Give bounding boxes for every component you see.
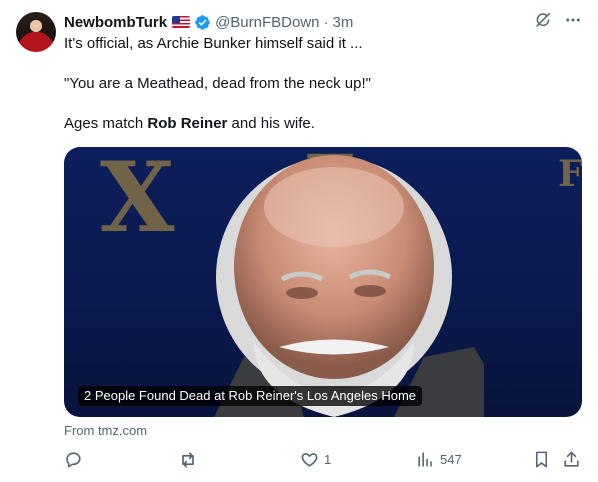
more-icon[interactable] (564, 11, 582, 29)
header-actions (534, 11, 582, 29)
post-text-plain: and his wife. (227, 115, 315, 132)
views-count: 547 (440, 452, 462, 467)
action-bar: 1 547 (64, 450, 582, 472)
post-text-line-2: "You are a Meathead, dead from the neck … (64, 75, 371, 92)
post-header: NewbombTurk @BurnFBDown · 3m (64, 12, 353, 32)
author-handle[interactable]: @BurnFBDown (215, 14, 319, 31)
us-flag-icon (172, 16, 191, 28)
post-text-plain: Ages match (64, 115, 148, 132)
post-timestamp[interactable]: 3m (333, 14, 354, 31)
verified-badge-icon (195, 14, 210, 30)
views-icon (418, 452, 432, 467)
bookmark-icon[interactable] (532, 450, 551, 469)
post-text-line-3: Ages match Rob Reiner and his wife. (64, 114, 582, 134)
card-image-person (214, 155, 484, 417)
author-name[interactable]: NewbombTurk (64, 14, 167, 31)
grok-icon[interactable] (534, 11, 552, 29)
share-icon[interactable] (562, 450, 581, 469)
repost-icon (182, 452, 194, 468)
views-button[interactable]: 547 (416, 450, 462, 469)
background-emblem: X (100, 147, 181, 254)
separator-dot: · (323, 13, 329, 31)
background-emblem: F (558, 153, 582, 195)
card-headline: 2 People Found Dead at Rob Reiner's Los … (78, 386, 423, 406)
post-text-line-1: It's official, as Archie Bunker himself … (64, 35, 363, 52)
avatar[interactable] (16, 12, 56, 52)
card-source[interactable]: From tmz.com (64, 423, 147, 438)
link-card[interactable]: X F F 2 People Found Dead at Rob Reiner'… (64, 147, 582, 417)
like-count: 1 (324, 452, 332, 467)
repost-button[interactable] (178, 450, 203, 470)
like-button[interactable]: 1 (300, 450, 331, 469)
reply-icon (66, 452, 81, 468)
reply-button[interactable] (64, 450, 88, 469)
heart-icon (301, 453, 318, 467)
post-text-bold: Rob Reiner (147, 115, 228, 132)
